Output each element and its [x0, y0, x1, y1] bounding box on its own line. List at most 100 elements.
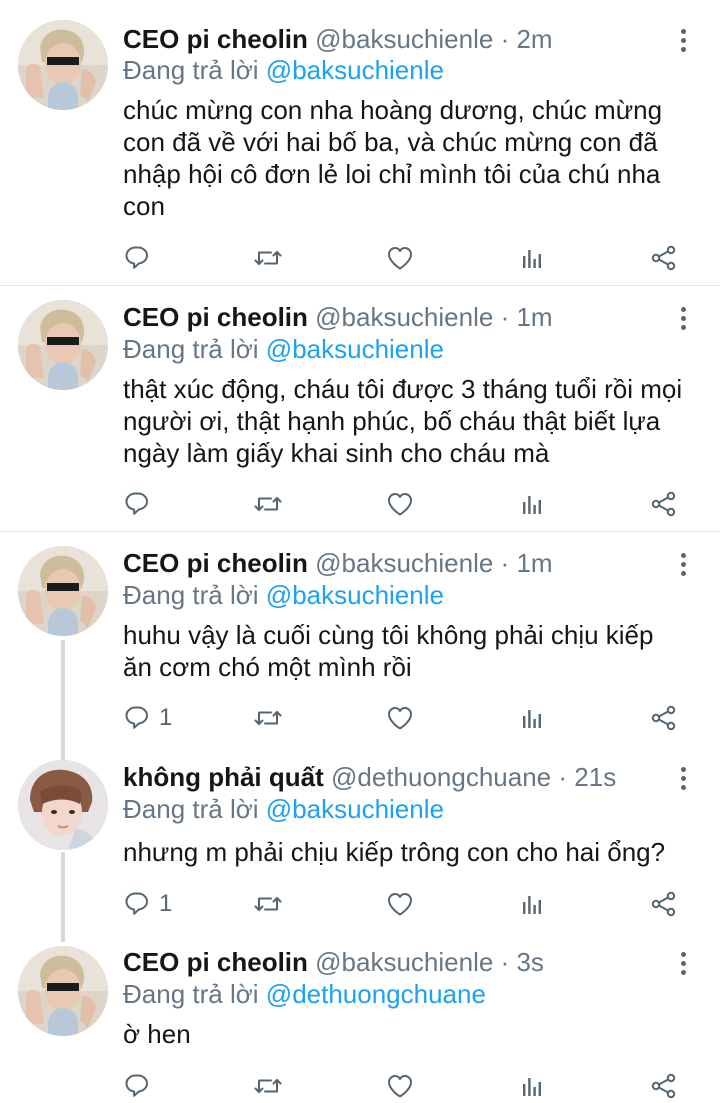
analytics-icon: [523, 1078, 541, 1096]
tweet[interactable]: CEO pi cheolin @baksuchienle · 2m Đang t…: [0, 0, 720, 286]
share-icon: [651, 705, 676, 731]
replying-to-label: Đang trả lời: [123, 55, 259, 85]
replying-to-handle[interactable]: @baksuchienle: [266, 55, 444, 85]
reply-button[interactable]: 1: [123, 888, 172, 920]
share-button[interactable]: [649, 702, 679, 734]
retweet-icon: [254, 251, 282, 265]
reply-button[interactable]: 1: [123, 702, 172, 734]
separator-dot: ·: [500, 302, 510, 332]
reply-icon: [125, 892, 148, 915]
tweet-actions: 1: [123, 888, 693, 920]
tweet-text: nhưng m phải chịu kiếp trông con cho hai…: [123, 837, 666, 867]
reply-button[interactable]: [123, 242, 159, 274]
reply-icon: [125, 706, 148, 729]
username[interactable]: @baksuchienle: [315, 24, 493, 54]
avatar[interactable]: [18, 760, 108, 850]
replying-to-handle[interactable]: @baksuchienle: [266, 794, 444, 824]
tweet[interactable]: CEO pi cheolin @baksuchienle · 3s Đang t…: [0, 936, 720, 1103]
timestamp[interactable]: 21s: [574, 762, 616, 792]
analytics-icon: [523, 896, 541, 914]
replying-to: Đang trả lời @baksuchienle: [123, 792, 444, 826]
timestamp[interactable]: 2m: [516, 24, 552, 54]
share-button[interactable]: [649, 1070, 679, 1102]
replying-to: Đang trả lời @baksuchienle: [123, 53, 444, 87]
retweet-button[interactable]: [253, 242, 283, 274]
retweet-icon: [254, 1079, 282, 1093]
more-options-icon[interactable]: [674, 304, 692, 334]
timestamp[interactable]: 1m: [516, 302, 552, 332]
analytics-button[interactable]: [517, 888, 547, 920]
replying-to-label: Đang trả lời: [123, 580, 259, 610]
heart-icon: [388, 247, 412, 270]
timestamp[interactable]: 1m: [516, 548, 552, 578]
replying-to: Đang trả lời @baksuchienle: [123, 332, 444, 366]
like-button[interactable]: [385, 1070, 415, 1102]
tweet-actions: [123, 242, 693, 274]
more-options-icon[interactable]: [674, 26, 692, 56]
heart-icon: [388, 893, 412, 916]
username[interactable]: @baksuchienle: [315, 302, 493, 332]
display-name[interactable]: CEO pi cheolin: [123, 947, 308, 977]
reply-icon: [125, 492, 148, 515]
analytics-button[interactable]: [517, 488, 547, 520]
analytics-icon: [523, 496, 541, 514]
avatar[interactable]: [18, 546, 108, 636]
retweet-button[interactable]: [253, 1070, 283, 1102]
username[interactable]: @dethuongchuane: [331, 762, 551, 792]
share-button[interactable]: [649, 488, 679, 520]
share-button[interactable]: [649, 888, 679, 920]
like-button[interactable]: [385, 702, 415, 734]
username[interactable]: @baksuchienle: [315, 947, 493, 977]
replying-to-handle[interactable]: @dethuongchuane: [266, 979, 486, 1009]
analytics-button[interactable]: [517, 702, 547, 734]
tweet-header: CEO pi cheolin @baksuchienle · 1m: [123, 546, 553, 580]
display-name[interactable]: không phải quất: [123, 762, 324, 792]
timestamp[interactable]: 3s: [516, 947, 543, 977]
analytics-button[interactable]: [517, 1070, 547, 1102]
display-name[interactable]: CEO pi cheolin: [123, 24, 308, 54]
retweet-button[interactable]: [253, 888, 283, 920]
tweet-actions: [123, 1070, 693, 1102]
analytics-button[interactable]: [517, 242, 547, 274]
replying-to: Đang trả lời @dethuongchuane: [123, 977, 486, 1011]
analytics-icon: [523, 710, 541, 728]
replying-to-label: Đang trả lời: [123, 979, 259, 1009]
more-options-icon[interactable]: [674, 949, 692, 979]
tweet-header: CEO pi cheolin @baksuchienle · 1m: [123, 300, 553, 334]
like-button[interactable]: [385, 888, 415, 920]
replying-to-label: Đang trả lời: [123, 794, 259, 824]
share-button[interactable]: [649, 242, 679, 274]
conversation-thread: CEO pi cheolin @baksuchienle · 2m Đang t…: [0, 0, 720, 1103]
separator-dot: ·: [500, 24, 510, 54]
reply-count: 1: [159, 704, 173, 731]
more-options-icon[interactable]: [674, 764, 692, 794]
retweet-button[interactable]: [253, 488, 283, 520]
reply-icon: [125, 1074, 148, 1097]
tweet[interactable]: CEO pi cheolin @baksuchienle · 1m Đang t…: [0, 532, 720, 746]
share-icon: [651, 491, 676, 517]
like-button[interactable]: [385, 242, 415, 274]
username[interactable]: @baksuchienle: [315, 548, 493, 578]
tweet[interactable]: không phải quất @dethuongchuane · 21s Đa…: [0, 746, 720, 936]
reply-button[interactable]: [123, 488, 159, 520]
display-name[interactable]: CEO pi cheolin: [123, 548, 308, 578]
tweet-text: thật xúc động, cháu tôi được 3 tháng tuổ…: [123, 374, 683, 468]
like-button[interactable]: [385, 488, 415, 520]
replying-to-handle[interactable]: @baksuchienle: [266, 580, 444, 610]
display-name[interactable]: CEO pi cheolin: [123, 302, 308, 332]
reply-count: 1: [159, 890, 173, 917]
avatar[interactable]: [18, 20, 108, 110]
retweet-button[interactable]: [253, 702, 283, 734]
tweet-header: CEO pi cheolin @baksuchienle · 3s: [123, 945, 544, 979]
separator-dot: ·: [558, 762, 568, 792]
avatar[interactable]: [18, 946, 108, 1036]
avatar[interactable]: [18, 300, 108, 390]
replying-to-label: Đang trả lời: [123, 334, 259, 364]
tweet-header: không phải quất @dethuongchuane · 21s: [123, 760, 616, 794]
more-options-icon[interactable]: [674, 550, 692, 580]
reply-button[interactable]: [123, 1070, 159, 1102]
replying-to-handle[interactable]: @baksuchienle: [266, 334, 444, 364]
heart-icon: [388, 493, 412, 516]
tweet[interactable]: CEO pi cheolin @baksuchienle · 1m Đang t…: [0, 286, 720, 532]
separator-dot: ·: [500, 947, 510, 977]
